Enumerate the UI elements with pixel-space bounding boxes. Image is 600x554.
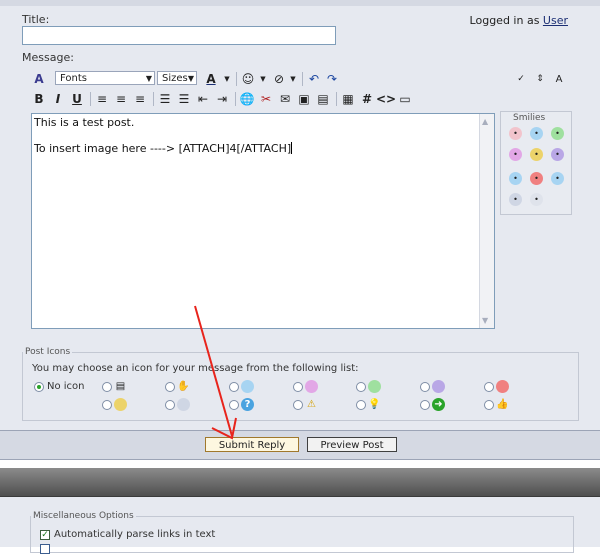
red-arrow-annotation [194,305,237,440]
annotation-overlay [194,305,237,440]
